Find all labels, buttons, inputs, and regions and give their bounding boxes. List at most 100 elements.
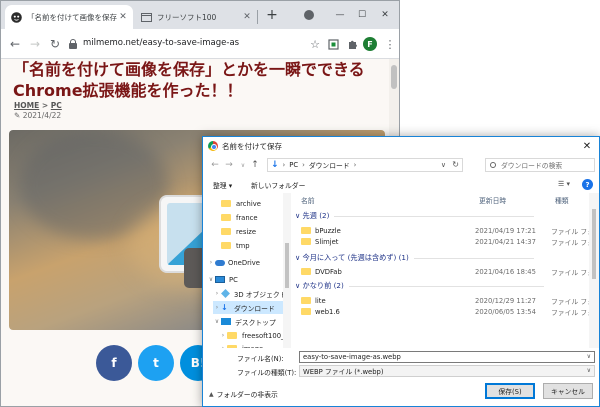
share-twitter-label: t — [153, 356, 159, 370]
view-options-icon[interactable]: ☰ ▾ — [558, 180, 574, 190]
computer-icon — [215, 276, 225, 283]
folder-icon — [301, 308, 311, 315]
share-facebook-button[interactable]: f — [96, 345, 132, 381]
tab-search-icon[interactable] — [304, 10, 314, 20]
profile-avatar[interactable]: F — [363, 37, 377, 51]
file-date: 2021/04/16 18:45 — [475, 267, 536, 276]
expand-chevron-icon[interactable]: › — [219, 345, 227, 348]
group-header[interactable]: ∨ かなり前 (2) — [295, 281, 544, 291]
share-facebook-label: f — [111, 356, 117, 370]
dialog-close-button[interactable]: ✕ — [579, 139, 595, 153]
refresh-icon[interactable]: ↻ — [452, 160, 459, 169]
save-as-dialog: 名前を付けて保存 ✕ ← → ∨ ↑ ↓ › PC › ダウンロード › ∨ ↻… — [202, 136, 600, 407]
tree-item-onedrive[interactable]: › OneDrive — [207, 256, 260, 269]
breadcrumb-home[interactable]: HOME — [14, 101, 39, 110]
cancel-button[interactable]: キャンセル — [543, 383, 593, 399]
folder-icon — [301, 297, 311, 304]
address-bar[interactable]: milmemo.net/easy-to-save-image-as — [83, 38, 239, 48]
back-arrow-icon[interactable]: ← — [209, 159, 221, 171]
hide-folders-toggle[interactable]: ▲ フォルダーの非表示 — [209, 389, 278, 400]
folder-icon — [227, 332, 237, 339]
file-list-scrollbar[interactable] — [589, 193, 599, 348]
filename-label: ファイル名(N): — [237, 355, 284, 363]
menu-icon[interactable]: ⋮ — [382, 36, 398, 52]
tree-item-archive[interactable]: archive — [221, 197, 261, 210]
column-header-name[interactable]: 名前 — [301, 195, 315, 205]
up-arrow-icon[interactable]: ↑ — [249, 159, 261, 171]
path-segment-downloads[interactable]: ダウンロード — [309, 160, 350, 170]
breadcrumb-pc[interactable]: PC — [51, 101, 62, 110]
group-header[interactable]: ∨ 先週 (2) — [295, 211, 535, 221]
desktop-icon — [221, 318, 231, 325]
tree-item-label: archive — [236, 199, 261, 208]
close-window-icon[interactable]: ✕ — [376, 6, 394, 24]
tree-item-3d-objects[interactable]: › 3D オブジェクト — [213, 287, 287, 300]
tree-item-pc[interactable]: ∨ PC — [207, 273, 238, 286]
path-chevron-icon: › — [353, 161, 357, 169]
tree-item-tmp[interactable]: tmp — [221, 239, 250, 252]
collapse-chevron-icon[interactable]: ∨ — [207, 276, 215, 283]
file-list: 名前 更新日時 種類 ∨ 先週 (2) bPuzzle 2021/04/19 17… — [293, 193, 599, 348]
tab-separator — [257, 10, 258, 24]
tree-item-downloads[interactable]: › ↓ ダウンロード — [213, 301, 283, 314]
column-header-date[interactable]: 更新日時 — [479, 195, 506, 205]
tab-strip: 「名前を付けて画像を保存」とかを一瞬 ✕ フリーソフト100 ✕ + — ☐ ✕ — [1, 1, 399, 29]
tree-item-france[interactable]: france — [221, 211, 258, 224]
collapse-chevron-icon[interactable]: ∨ — [213, 318, 221, 325]
tree-item-desktop[interactable]: ∨ デスクトップ — [213, 315, 276, 328]
collapse-triangle-icon: ▲ — [209, 390, 214, 398]
search-input[interactable]: ダウンロードの検索 — [485, 158, 595, 172]
tree-item-image[interactable]: › image — [219, 342, 263, 348]
expand-chevron-icon[interactable]: › — [207, 259, 215, 266]
forward-arrow-icon[interactable]: → — [223, 159, 235, 171]
minimize-icon[interactable]: — — [331, 6, 349, 24]
help-icon[interactable]: ? — [582, 179, 593, 190]
column-header-type[interactable]: 種類 — [555, 195, 569, 205]
lock-icon[interactable] — [69, 39, 77, 49]
history-dropdown-icon[interactable]: ∨ — [237, 159, 249, 171]
filename-dropdown-icon[interactable]: ∨ — [587, 353, 591, 360]
expand-chevron-icon[interactable]: › — [213, 290, 221, 297]
share-twitter-button[interactable]: t — [138, 345, 174, 381]
path-dropdown-icon[interactable]: ∨ — [441, 161, 446, 169]
group-label: かなり前 (2) — [302, 281, 344, 290]
file-row[interactable]: web1.62020/06/05 13:54ファイル フォルダー — [301, 306, 599, 317]
path-bar[interactable]: ↓ › PC › ダウンロード › ∨ ↻ — [267, 158, 463, 172]
extension-icon[interactable] — [325, 36, 341, 52]
filetype-select[interactable]: WEBP ファイル (*.webp) ∨ — [299, 365, 595, 377]
post-date: ✎ 2021/4/22 — [14, 111, 61, 120]
tab-close-icon[interactable]: ✕ — [117, 11, 129, 23]
expand-chevron-icon[interactable]: › — [213, 304, 221, 311]
path-segment-pc[interactable]: PC — [289, 161, 298, 169]
filename-input[interactable]: easy-to-save-image-as.webp ∨ — [299, 351, 595, 363]
reload-icon[interactable]: ↻ — [47, 36, 63, 52]
search-placeholder: ダウンロードの検索 — [501, 162, 563, 170]
tree-item-label: PC — [229, 275, 238, 284]
tree-item-freesoft100-bk[interactable]: › freesoft100_bk — [219, 329, 290, 342]
new-folder-button[interactable]: 新しいフォルダー — [251, 180, 305, 190]
new-tab-icon[interactable]: + — [263, 6, 281, 24]
tree-item-resize[interactable]: resize — [221, 225, 256, 238]
puzzle-icon[interactable] — [344, 36, 360, 52]
group-header[interactable]: ∨ 今月に入って (先週は含めず) (1) — [295, 253, 534, 263]
save-button[interactable]: 保存(S) — [485, 383, 535, 399]
organize-button[interactable]: 整理 ▾ — [213, 180, 232, 190]
command-bar: 整理 ▾ 新しいフォルダー ☰ ▾ ? — [203, 177, 599, 193]
file-row[interactable]: DVDFab2021/04/16 18:45ファイル フォルダー — [301, 266, 599, 277]
maximize-icon[interactable]: ☐ — [353, 6, 371, 24]
expand-chevron-icon[interactable]: › — [219, 332, 227, 339]
tab-close-icon[interactable]: ✕ — [241, 11, 253, 23]
file-row[interactable]: lite2020/12/29 11:27ファイル フォルダー — [301, 295, 599, 306]
tree-scrollbar[interactable] — [283, 193, 291, 348]
file-name: Slimjet — [315, 237, 339, 246]
filetype-dropdown-icon[interactable]: ∨ — [587, 367, 591, 374]
file-name: lite — [315, 296, 326, 305]
file-row[interactable]: Slimjet2021/04/21 14:37ファイル フォルダー — [301, 236, 599, 247]
bookmark-star-icon[interactable]: ☆ — [307, 36, 323, 52]
forward-icon[interactable]: → — [27, 36, 43, 52]
path-chevron-icon: › — [282, 161, 286, 169]
tab-active[interactable]: 「名前を付けて画像を保存」とかを一瞬 ✕ — [5, 5, 133, 29]
back-icon[interactable]: ← — [7, 36, 23, 52]
file-row[interactable]: bPuzzle2021/04/19 17:21ファイル フォルダー — [301, 225, 599, 236]
tab-inactive[interactable]: フリーソフト100 ✕ — [135, 5, 257, 29]
